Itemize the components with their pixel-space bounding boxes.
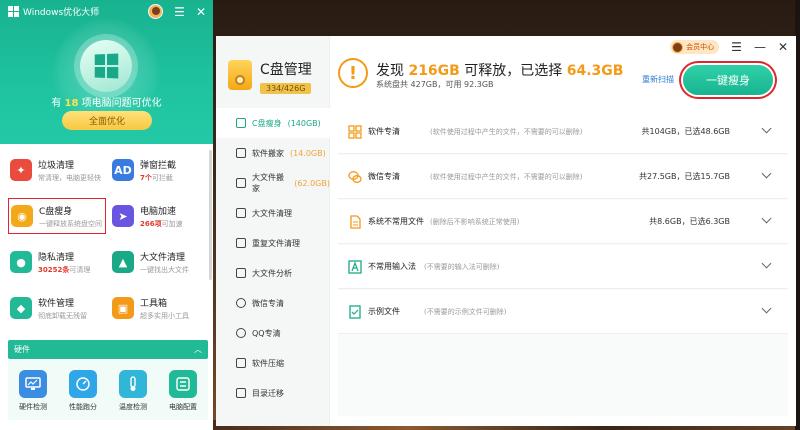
analysis-icon	[236, 268, 246, 278]
grid-icon	[348, 124, 362, 139]
input-method-icon	[348, 259, 362, 274]
problem-summary: 有 18 项电脑问题可优化	[51, 98, 162, 109]
tool-toolbox[interactable]: ▣ 工具箱 超多实用小工具	[112, 290, 212, 326]
monitor-icon	[19, 370, 47, 398]
sidebar: C盘管理 334/426G C盘瘦身 (140GB) 软件搬家 (14.0GB) 大…	[216, 36, 330, 426]
nav-item-move-software[interactable]: 软件搬家 (14.0GB)	[216, 138, 330, 168]
software-icon: ◆	[10, 297, 32, 319]
tool-speed-up[interactable]: ➤ 电脑加速 266项可加速	[112, 198, 212, 234]
migrate-icon	[236, 388, 246, 398]
chevron-down-icon[interactable]	[761, 213, 772, 224]
disk-summary: 系统盘共 427GB，可用 92.3GB	[376, 80, 494, 89]
nav-item-c-slim[interactable]: C盘瘦身 (140GB)	[216, 108, 330, 138]
nav-item-wechat[interactable]: 微信专清	[216, 288, 330, 318]
big-file-clean-icon	[236, 208, 246, 218]
list-item[interactable]: 示例文件 (不需要的示例文件可删除)	[338, 290, 788, 334]
list-item[interactable]: 微信专清 (软件使用过程中产生的文件，不需要的可以删除) 共27.5GB，已选1…	[338, 155, 788, 199]
c-drive-icon	[228, 58, 252, 92]
list-item[interactable]: 不常用输入法 (不需要的输入法可删除)	[338, 245, 788, 289]
c-drive-manager-window: C盘管理 334/426G C盘瘦身 (140GB) 软件搬家 (14.0GB) 大…	[216, 36, 796, 426]
menu-icon[interactable]: ☰	[174, 5, 185, 19]
rescan-link[interactable]: 重新扫描	[642, 74, 674, 85]
hardware-check[interactable]: 硬件检测	[19, 370, 47, 412]
user-avatar[interactable]	[148, 4, 164, 19]
nav-item-move-file[interactable]: 大文件搬家 (62.0GB)	[216, 168, 330, 198]
thermometer-icon	[119, 370, 147, 398]
app-title: Windows优化大师	[8, 5, 99, 18]
nav-item-migrate[interactable]: 目录迁移	[216, 378, 330, 408]
performance-score[interactable]: 性能跑分	[69, 370, 97, 412]
rocket-icon: ➤	[112, 205, 134, 227]
tool-c-drive-slim[interactable]: ◉ C盘瘦身 一键释放系统盘空间	[8, 198, 106, 234]
chevron-down-icon[interactable]	[761, 168, 772, 179]
temperature-check[interactable]: 温度检测	[119, 370, 147, 412]
tool-software-manage[interactable]: ◆ 软件管理 彻底卸载无残留	[10, 290, 110, 326]
tool-big-file-clean[interactable]: ▲ 大文件清理 一键找出大文件	[112, 244, 212, 280]
gauge-icon	[69, 370, 97, 398]
drive-icon: ◉	[11, 205, 33, 227]
releasable-size: 216GB	[408, 63, 460, 79]
compress-icon	[236, 358, 246, 368]
one-click-slim-button[interactable]: 一键瘦身	[683, 65, 773, 95]
tool-popup-block[interactable]: AD 弹窗拦截 7个可拦截	[112, 152, 212, 188]
qq-icon	[236, 328, 246, 338]
wechat-icon	[236, 298, 246, 308]
tool-privacy-clean[interactable]: ● 隐私清理 30252条可清理	[10, 244, 110, 280]
chevron-down-icon[interactable]	[761, 258, 772, 269]
nav-item-analysis[interactable]: 大文件分析	[216, 258, 330, 288]
tool-junk-clean[interactable]: ✦ 垃圾清理 常清理，电脑更轻快	[10, 152, 110, 188]
minimize-icon[interactable]: —	[754, 40, 766, 54]
wechat-row-icon	[348, 170, 362, 183]
scan-summary: 发现 216GB 可释放，已选择 64.3GB	[376, 63, 624, 79]
windows-logo-icon	[8, 6, 19, 17]
full-optimize-button[interactable]: 全面优化	[62, 111, 152, 130]
chevron-down-icon[interactable]	[761, 303, 772, 314]
close-icon[interactable]: ✕	[196, 5, 206, 19]
file-icon	[350, 214, 361, 229]
broom-nav-icon	[236, 118, 246, 128]
sidebar-nav: C盘瘦身 (140GB) 软件搬家 (14.0GB) 大文件搬家 (62.0GB) 大…	[216, 108, 330, 408]
sample-file-icon	[349, 304, 361, 319]
broom-icon: ✦	[10, 159, 32, 181]
windows-badge-icon	[80, 40, 132, 92]
window-controls: 会员中心 ☰ — ✕	[670, 40, 788, 54]
move-software-icon	[236, 148, 246, 158]
config-icon	[169, 370, 197, 398]
duplicate-icon	[236, 238, 246, 248]
list-item[interactable]: 软件专清 (软件使用过程中产生的文件，不需要的可以删除) 共104GB，已选48…	[338, 110, 788, 154]
nav-item-qq[interactable]: QQ专清	[216, 318, 330, 348]
chevron-up-icon[interactable]: ︿	[194, 344, 202, 355]
menu-icon[interactable]: ☰	[731, 40, 742, 54]
hardware-section-header[interactable]: 硬件 ︿	[8, 340, 208, 359]
toolbox-icon: ▣	[112, 297, 134, 319]
sidebar-header: C盘管理 334/426G	[228, 58, 312, 94]
pc-config[interactable]: 电脑配置	[169, 370, 197, 412]
move-file-icon	[236, 178, 246, 188]
cleanup-list: 软件专清 (软件使用过程中产生的文件，不需要的可以删除) 共104GB，已选48…	[338, 110, 788, 416]
member-avatar	[672, 41, 684, 53]
nav-item-duplicate[interactable]: 重复文件清理	[216, 228, 330, 258]
scrollbar[interactable]	[209, 150, 212, 280]
disk-usage-badge: 334/426G	[260, 83, 312, 94]
problem-count: 18	[64, 98, 79, 109]
list-item[interactable]: 系统不常用文件 (删除后不影响系统正常使用) 共8.6GB，已选6.3GB	[338, 200, 788, 244]
big-file-icon: ▲	[112, 251, 134, 273]
popup-block-icon: AD	[112, 159, 134, 181]
privacy-icon: ●	[10, 251, 32, 273]
hardware-tools: 硬件检测 性能跑分 温度检测 电脑配置	[8, 360, 208, 420]
close-icon[interactable]: ✕	[778, 40, 788, 54]
page-title: C盘管理	[260, 62, 312, 78]
panel-header: Windows优化大师 ☰ ✕ 有 18 项电脑问题可优化 全面优化	[0, 0, 213, 144]
optimizer-panel: Windows优化大师 ☰ ✕ 有 18 项电脑问题可优化 全面优化 ✦ 垃圾清…	[0, 0, 213, 430]
nav-item-compress[interactable]: 软件压缩	[216, 348, 330, 378]
selected-size: 64.3GB	[566, 63, 624, 79]
member-center-button[interactable]: 会员中心	[670, 40, 720, 54]
chevron-down-icon[interactable]	[761, 123, 772, 134]
warning-icon: !	[338, 58, 368, 88]
nav-item-big-file-clean[interactable]: 大文件清理	[216, 198, 330, 228]
